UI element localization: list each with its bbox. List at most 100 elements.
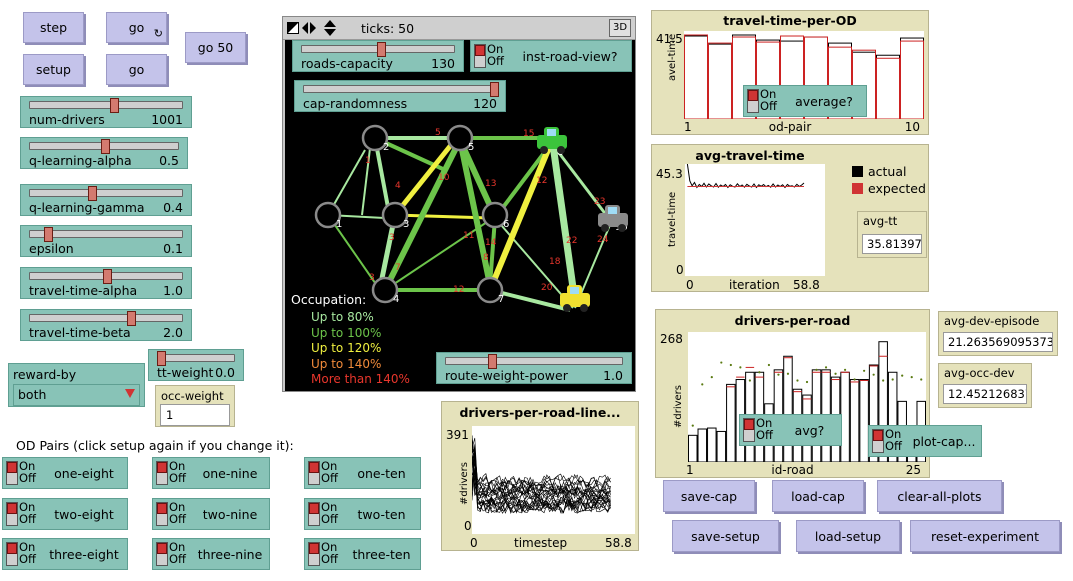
switch-toggle[interactable] — [6, 502, 18, 526]
switch-one-ten[interactable]: On Off one-ten — [304, 457, 421, 489]
3d-button[interactable]: 3D — [609, 19, 631, 37]
slider-track — [157, 354, 235, 362]
world-view: ticks: 50 3D 1 4 5 10 15 13 12 3 11 14 3… — [282, 16, 636, 392]
ticks-label: ticks: 50 — [361, 21, 415, 36]
switch-toggle[interactable] — [156, 542, 168, 566]
od-bar — [684, 34, 708, 120]
travel-time-alpha-slider[interactable]: travel-time-alpha 1.0 — [20, 267, 192, 299]
capacity-dot — [729, 363, 732, 367]
switch-three-eight[interactable]: On Off three-eight — [2, 538, 128, 570]
save-cap-button[interactable]: save-cap — [663, 480, 755, 512]
avg-tt-monitor: avg-tt 35.81397 — [857, 211, 927, 258]
slider-value: 130 — [431, 56, 455, 71]
slider-label: epsilon — [29, 241, 74, 256]
load-cap-button[interactable]: load-cap — [772, 480, 864, 512]
road-id: 24 — [597, 235, 609, 245]
legend-item: Up to 80% — [311, 310, 374, 324]
view-controls-icon[interactable] — [286, 18, 342, 38]
switch-toggle[interactable] — [474, 44, 486, 68]
node-label: 2 — [383, 142, 389, 153]
switch-label: avg? — [794, 422, 825, 438]
switch-toggle[interactable] — [308, 542, 320, 566]
slider-thumb[interactable] — [157, 351, 166, 366]
capacity-dot — [815, 368, 818, 371]
switch-toggle[interactable] — [308, 461, 320, 485]
switch-three-nine[interactable]: On Off three-nine — [152, 538, 270, 570]
road-bar — [688, 434, 698, 463]
load-setup-button[interactable]: load-setup — [796, 520, 900, 552]
switch-one-nine[interactable]: On Off one-nine — [152, 457, 270, 489]
switch-toggle[interactable] — [156, 502, 168, 526]
switch-toggle[interactable] — [743, 418, 755, 442]
switch-off-label: Off — [169, 552, 186, 566]
num-drivers-slider[interactable]: num-drivers 1001 — [20, 96, 192, 128]
input-field[interactable]: 1 — [160, 404, 230, 426]
clear-all-plots-button[interactable]: clear-all-plots — [877, 480, 1002, 512]
q-learning-alpha-slider[interactable]: q-learning-alpha 0.5 — [20, 137, 188, 169]
go50-button[interactable]: go 50 — [185, 32, 246, 63]
series-line — [686, 163, 805, 189]
switch-one-eight[interactable]: On Off one-eight — [2, 457, 128, 489]
switch-two-ten[interactable]: On Off two-ten — [304, 498, 421, 530]
reward-by-chooser[interactable]: reward-by both — [8, 363, 145, 407]
go-button[interactable]: go — [106, 54, 167, 85]
switch-inst-road-view[interactable]: On Off inst-road-view? — [470, 40, 632, 72]
switch-two-nine[interactable]: On Off two-nine — [152, 498, 270, 530]
q-learning-gamma-slider[interactable]: q-learning-gamma 0.4 — [20, 184, 192, 216]
capacity-dot — [824, 366, 828, 369]
switch-toggle[interactable] — [747, 89, 759, 113]
switch-two-eight[interactable]: On Off two-eight — [2, 498, 128, 530]
switch-label: plot-cap... — [912, 433, 976, 449]
switch-toggle[interactable] — [156, 461, 168, 485]
plot-area — [471, 426, 635, 534]
cap-randomness-slider[interactable]: cap-randomness 120 — [294, 80, 506, 112]
slider-thumb[interactable] — [102, 269, 112, 284]
switch-avg[interactable]: On Off avg? — [739, 414, 842, 446]
switch-toggle[interactable] — [6, 461, 18, 485]
save-setup-button[interactable]: save-setup — [672, 520, 779, 552]
switch-label: two-eight — [54, 506, 114, 522]
reset-experiment-button[interactable]: reset-experiment — [910, 520, 1060, 552]
switch-toggle[interactable] — [308, 502, 320, 526]
plot-title: avg-travel-time — [695, 148, 805, 163]
road-id: 22 — [566, 236, 577, 246]
slider-thumb[interactable] — [490, 82, 499, 97]
switch-toggle[interactable] — [872, 429, 884, 453]
go-forever-button[interactable]: go ↻ — [106, 12, 167, 43]
od-bar — [684, 35, 708, 120]
slider-value: 0.1 — [163, 241, 183, 256]
switch-plot-cap[interactable]: On Off plot-cap... — [868, 425, 982, 457]
avg-dev-episode-monitor: avg-dev-episode 21.2635690953734 — [938, 311, 1058, 356]
switch-three-ten[interactable]: On Off three-ten — [304, 538, 421, 570]
road-id: 10 — [438, 173, 450, 183]
setup-button[interactable]: setup — [23, 54, 84, 85]
occ-weight-input[interactable]: occ-weight 1 — [155, 385, 235, 427]
avg-travel-time-lines — [686, 163, 805, 189]
switch-label: one-ten — [357, 465, 406, 481]
slider-thumb[interactable] — [127, 311, 137, 326]
epsilon-slider[interactable]: epsilon 0.1 — [20, 225, 192, 257]
chooser-label: reward-by — [13, 367, 77, 382]
slider-thumb[interactable] — [377, 42, 387, 57]
switch-label: average? — [795, 93, 853, 109]
slider-thumb[interactable] — [100, 139, 110, 154]
road-id: 12 — [536, 176, 547, 186]
road-id: 7 — [395, 263, 401, 273]
tt-weight-slider[interactable]: tt-weight 0.0 — [148, 349, 244, 381]
chooser-select[interactable]: both — [13, 384, 140, 406]
slider-thumb[interactable] — [109, 98, 119, 113]
switch-off-label: Off — [760, 99, 777, 113]
travel-time-beta-slider[interactable]: travel-time-beta 2.0 — [20, 309, 192, 341]
switch-label: three-ten — [352, 546, 411, 562]
roads-capacity-slider[interactable]: roads-capacity 130 — [292, 40, 464, 72]
slider-value: 1.0 — [603, 368, 623, 383]
route-weight-power-slider[interactable]: route-weight-power 1.0 — [436, 352, 632, 384]
slider-thumb[interactable] — [87, 186, 97, 201]
slider-thumb[interactable] — [43, 227, 53, 242]
switch-average[interactable]: On Off average? — [743, 85, 867, 117]
switch-toggle[interactable] — [6, 542, 18, 566]
road-id: 4 — [395, 181, 401, 191]
slider-thumb[interactable] — [487, 354, 497, 369]
step-button[interactable]: step — [23, 12, 84, 43]
plot-ylabel: #drivers — [673, 384, 684, 428]
